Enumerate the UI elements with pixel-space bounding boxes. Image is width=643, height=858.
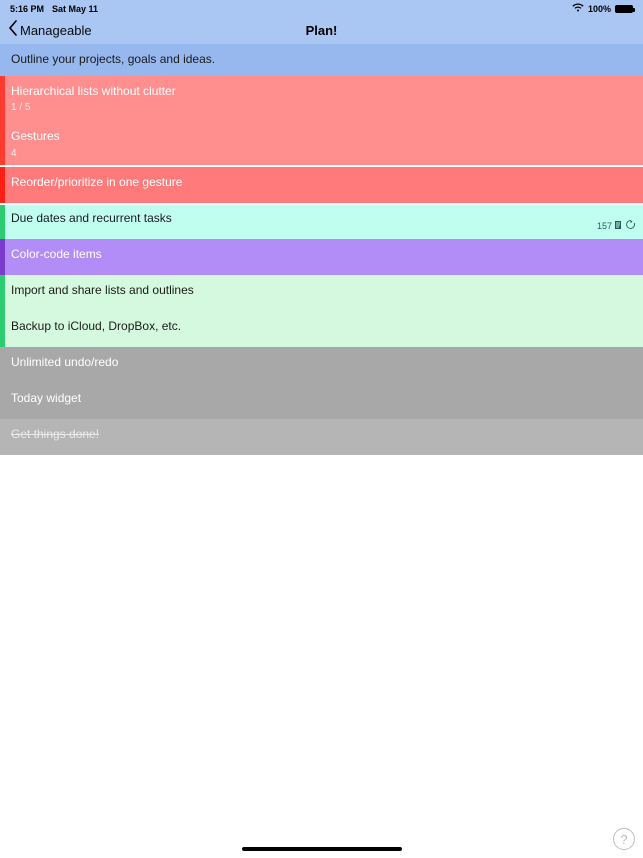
list-item-title: Due dates and recurrent tasks xyxy=(11,211,633,227)
back-label: Manageable xyxy=(20,23,92,38)
list-item-title: Unlimited undo/redo xyxy=(11,355,633,371)
list-item-title: Hierarchical lists without clutter xyxy=(11,84,633,100)
list-item-title: Import and share lists and outlines xyxy=(11,283,633,299)
battery-percent: 100% xyxy=(588,4,611,14)
list-item[interactable]: Backup to iCloud, DropBox, etc. xyxy=(0,311,643,347)
chevron-left-icon xyxy=(8,20,18,41)
list-item[interactable]: Color-code items xyxy=(0,239,643,275)
list-item-title: Gestures xyxy=(11,129,633,145)
wifi-icon xyxy=(572,3,584,14)
home-indicator[interactable] xyxy=(242,847,402,851)
list-item-title: Reorder/prioritize in one gesture xyxy=(11,175,633,191)
list-item[interactable]: Outline your projects, goals and ideas. xyxy=(0,44,643,76)
list-item-meta: 157 xyxy=(597,220,635,231)
list-item-subtitle: 4 xyxy=(11,148,633,159)
list-item-completed[interactable]: Get things done! xyxy=(0,419,643,455)
status-time: 5:16 PM xyxy=(10,4,44,14)
list-item-subtitle: 1 / 5 xyxy=(11,102,633,113)
list-item[interactable]: Hierarchical lists without clutter 1 / 5 xyxy=(0,76,643,122)
refresh-icon xyxy=(626,220,635,231)
nav-bar: Manageable Plan! xyxy=(0,17,643,44)
help-button[interactable]: ? xyxy=(613,828,635,850)
meta-count: 157 xyxy=(597,221,612,231)
list-item-title: Get things done! xyxy=(11,427,633,443)
list-item-selected[interactable]: Reorder/prioritize in one gesture xyxy=(0,167,643,203)
list-item[interactable]: Gestures 4 xyxy=(0,121,643,167)
status-bar: 5:16 PM Sat May 11 100% xyxy=(0,0,643,17)
list-item-title: Today widget xyxy=(11,391,633,407)
list-item[interactable]: Today widget xyxy=(0,383,643,419)
list-item-title: Outline your projects, goals and ideas. xyxy=(11,52,633,68)
list-item[interactable]: Due dates and recurrent tasks 157 xyxy=(0,203,643,239)
note-icon xyxy=(615,221,623,231)
help-icon: ? xyxy=(620,832,627,847)
list-item-title: Backup to iCloud, DropBox, etc. xyxy=(11,319,633,335)
list-item[interactable]: Import and share lists and outlines xyxy=(0,275,643,311)
list-item-title: Color-code items xyxy=(11,247,633,263)
back-button[interactable]: Manageable xyxy=(8,20,92,41)
list-item[interactable]: Unlimited undo/redo xyxy=(0,347,643,383)
page-title: Plan! xyxy=(306,23,338,38)
battery-icon xyxy=(615,5,633,13)
status-date: Sat May 11 xyxy=(52,4,98,14)
list: Outline your projects, goals and ideas. … xyxy=(0,44,643,455)
